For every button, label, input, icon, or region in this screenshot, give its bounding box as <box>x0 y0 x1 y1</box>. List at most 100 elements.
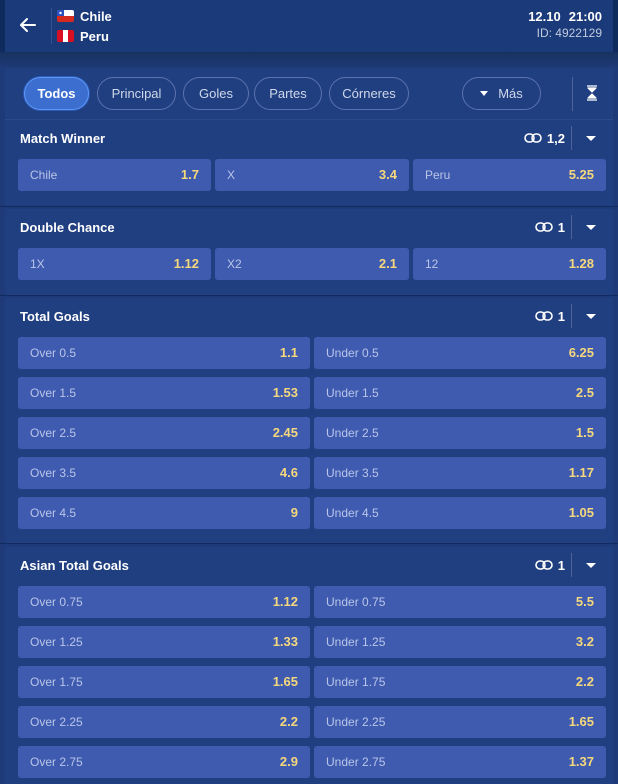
odd-button[interactable]: Over 1.25 1.33 <box>18 626 310 658</box>
header-divider <box>571 304 572 328</box>
odd-label: Under 1.25 <box>326 635 386 649</box>
odd-button[interactable]: Under 2.5 1.5 <box>314 417 606 449</box>
chevron-down-icon[interactable] <box>586 314 596 319</box>
market-asian-total-goals: Asian Total Goals 1 Over 0.75 1.12 Under … <box>5 547 613 784</box>
odd-button[interactable]: Over 1.5 1.53 <box>18 377 310 409</box>
odd-button[interactable]: Under 0.75 5.5 <box>314 586 606 618</box>
filter-principal[interactable]: Principal <box>97 77 176 110</box>
market-filter-bar: Todos Principal Goles Partes Córneres Má… <box>5 68 613 120</box>
odd-button[interactable]: Under 1.75 2.2 <box>314 666 606 698</box>
odd-button[interactable]: Under 0.5 6.25 <box>314 337 606 369</box>
market-title: Match Winner <box>20 131 106 146</box>
market-match-winner: Match Winner 1,2 Chile 1.7 X 3.4 Peru 5.… <box>5 120 613 206</box>
header-divider <box>571 215 572 239</box>
filter-more-dropdown[interactable]: Más <box>462 77 541 110</box>
chevron-down-icon[interactable] <box>586 136 596 141</box>
market-title: Double Chance <box>20 220 115 235</box>
odd-button[interactable]: Over 0.75 1.12 <box>18 586 310 618</box>
filter-todos[interactable]: Todos <box>24 77 89 110</box>
odd-label: 1X <box>30 257 45 271</box>
odd-label: Over 3.5 <box>30 466 77 480</box>
odd-label: Over 2.25 <box>30 715 83 729</box>
odd-label: Under 3.5 <box>326 466 379 480</box>
odd-label: Under 0.75 <box>326 595 386 609</box>
match-header-bar: Chile Peru 12.10 21:00 ID: 4922129 <box>5 0 613 52</box>
odd-label: Under 2.75 <box>326 755 386 769</box>
odd-button[interactable]: Under 1.5 2.5 <box>314 377 606 409</box>
odd-label: Under 4.5 <box>326 506 379 520</box>
filter-label: Partes <box>269 86 307 101</box>
peru-flag-icon <box>57 30 74 42</box>
header-divider <box>571 553 572 577</box>
link-icon <box>524 133 542 143</box>
odd-button[interactable]: 1X 1.12 <box>18 248 211 280</box>
odd-label: X2 <box>227 257 242 271</box>
caret-down-icon <box>480 91 489 96</box>
match-id: ID: 4922129 <box>536 26 602 40</box>
filter-partes[interactable]: Partes <box>254 77 322 110</box>
market-header[interactable]: Total Goals 1 <box>5 298 613 334</box>
team-home: Chile <box>57 7 112 25</box>
odd-value: 9 <box>290 505 298 520</box>
odd-button[interactable]: Chile 1.7 <box>18 159 211 191</box>
section-divider <box>0 206 618 207</box>
market-header[interactable]: Match Winner 1,2 <box>5 120 613 156</box>
odd-button[interactable]: Under 2.75 1.37 <box>314 746 606 778</box>
odd-label: Over 1.75 <box>30 675 83 689</box>
chevron-down-icon[interactable] <box>586 563 596 568</box>
odd-label: Under 2.25 <box>326 715 386 729</box>
odd-value: 1.12 <box>272 594 298 609</box>
collapse-all-button[interactable] <box>581 82 603 104</box>
odd-button[interactable]: Over 1.75 1.65 <box>18 666 310 698</box>
odd-value: 3.2 <box>575 634 594 649</box>
odd-value: 3.4 <box>378 167 397 182</box>
market-header[interactable]: Asian Total Goals 1 <box>5 547 613 583</box>
odd-value: 1.65 <box>272 674 298 689</box>
odd-value: 1.5 <box>575 425 594 440</box>
odd-button[interactable]: Under 2.25 1.65 <box>314 706 606 738</box>
back-button[interactable] <box>13 10 43 40</box>
chevron-down-icon[interactable] <box>586 225 596 230</box>
header-shadow <box>0 52 618 68</box>
odd-value: 1.1 <box>279 345 298 360</box>
filter-goles[interactable]: Goles <box>183 77 249 110</box>
odd-button[interactable]: Peru 5.25 <box>413 159 606 191</box>
odd-value: 5.5 <box>575 594 594 609</box>
link-count: 1,2 <box>546 130 565 146</box>
link-icon <box>534 311 553 321</box>
odd-button[interactable]: Over 2.75 2.9 <box>18 746 310 778</box>
odd-button[interactable]: Over 3.5 4.6 <box>18 457 310 489</box>
market-header[interactable]: Double Chance 1 <box>5 209 613 245</box>
odd-label: Over 2.75 <box>30 755 83 769</box>
odd-button[interactable]: Under 4.5 1.05 <box>314 497 606 529</box>
odd-label: 12 <box>425 257 439 271</box>
team-away: Peru <box>57 27 109 45</box>
odd-value: 1.17 <box>568 465 594 480</box>
section-divider <box>0 295 618 296</box>
odd-value: 2.1 <box>378 256 397 271</box>
odd-button[interactable]: 12 1.28 <box>413 248 606 280</box>
odd-value: 1.37 <box>568 754 594 769</box>
odd-label: Peru <box>425 168 451 182</box>
market-total-goals: Total Goals 1 Over 0.5 1.1 Under 0.5 6.25 … <box>5 298 613 543</box>
filter-label: Principal <box>111 86 162 101</box>
odd-button[interactable]: Over 2.25 2.2 <box>18 706 310 738</box>
link-count: 1 <box>557 308 565 324</box>
odd-button[interactable]: Over 2.5 2.45 <box>18 417 310 449</box>
odd-label: Over 4.5 <box>30 506 77 520</box>
odd-value: 1.65 <box>568 714 594 729</box>
header-divider <box>571 126 572 150</box>
odd-button[interactable]: Over 0.5 1.1 <box>18 337 310 369</box>
filter-label: Córneres <box>342 86 396 101</box>
link-count: 1 <box>557 219 565 235</box>
odd-button[interactable]: X 3.4 <box>215 159 409 191</box>
odd-button[interactable]: Under 3.5 1.17 <box>314 457 606 489</box>
odd-button[interactable]: X2 2.1 <box>215 248 409 280</box>
odd-button[interactable]: Under 1.25 3.2 <box>314 626 606 658</box>
filter-corneres[interactable]: Córneres <box>329 77 409 110</box>
filter-divider <box>572 77 573 111</box>
filter-more-label: Más <box>498 86 523 101</box>
odd-label: Over 0.75 <box>30 595 83 609</box>
odd-button[interactable]: Over 4.5 9 <box>18 497 310 529</box>
odd-label: X <box>227 168 236 182</box>
